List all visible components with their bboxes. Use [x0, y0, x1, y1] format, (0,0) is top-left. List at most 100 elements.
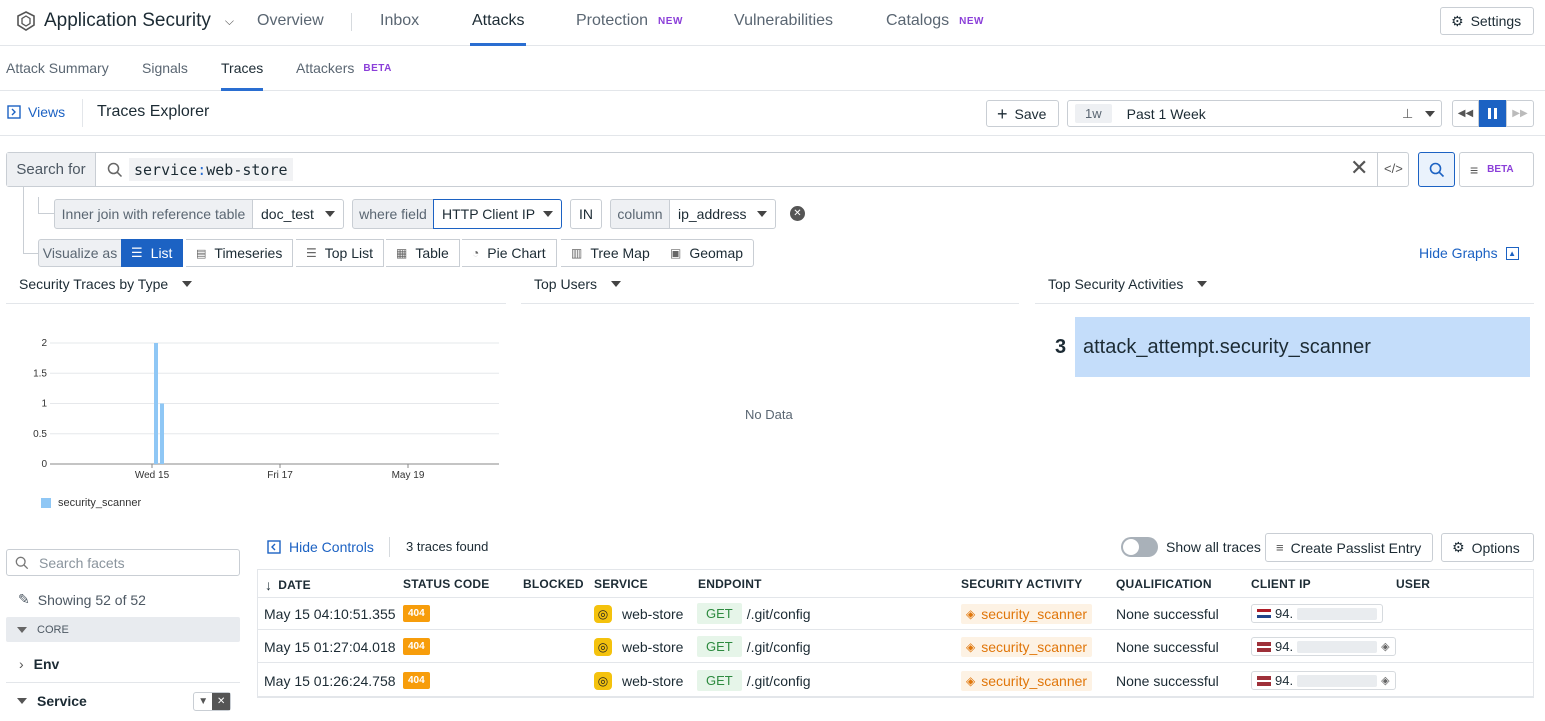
activities-panel-header[interactable]: Top Security Activities — [1048, 276, 1208, 292]
tab-label: Attackers — [296, 60, 355, 76]
reference-table-select[interactable]: doc_test — [252, 199, 344, 229]
time-picker[interactable]: 1w Past 1 Week ⊥ — [1067, 100, 1442, 127]
tree-map-icon: ▥ — [571, 246, 583, 260]
col-status-code[interactable]: STATUS CODE — [403, 577, 489, 591]
tab-attackers[interactable]: Attackers BETA — [296, 60, 392, 76]
col-blocked[interactable]: BLOCKED — [523, 577, 584, 591]
client-ip-badge[interactable]: 94. ◈ — [1251, 637, 1396, 656]
chart-bar[interactable] — [154, 343, 158, 464]
col-service[interactable]: SERVICE — [594, 577, 648, 591]
table-row[interactable]: May 15 04:10:51.355 404 ◎ web-store GET/.git… — [257, 597, 1534, 630]
tab-label: Overview — [257, 12, 324, 29]
search-button[interactable] — [1418, 152, 1455, 187]
col-user[interactable]: USER — [1396, 577, 1430, 591]
viz-treemap-button[interactable]: ▥ Tree Map — [561, 239, 661, 267]
shield-icon: ◈ — [1381, 675, 1390, 687]
pause-button[interactable] — [1479, 100, 1506, 127]
toggle-knob — [1123, 539, 1139, 555]
chart-panel-header[interactable]: Security Traces by Type — [19, 276, 193, 292]
search-icon — [107, 162, 123, 178]
chart-legend[interactable]: security_scanner — [41, 497, 141, 509]
options-button[interactable]: ⚙ Options — [1441, 533, 1534, 562]
geomap-icon: ▣ — [670, 246, 682, 260]
search-facets-input[interactable]: Search facets — [6, 549, 240, 576]
filter-beta-button[interactable]: ≡ BETA — [1459, 152, 1534, 187]
security-activity-badge[interactable]: ◈ security_scanner — [961, 636, 1093, 657]
search-input[interactable]: service: web-store — [129, 158, 293, 181]
remove-join-icon[interactable]: ✕ — [790, 206, 805, 221]
field-select[interactable]: HTTP Client IP — [433, 199, 562, 229]
endpoint-path: /.git/config — [746, 672, 811, 689]
tab-catalogs[interactable]: Catalogs NEW — [886, 12, 984, 30]
col-date[interactable]: ↓ DATE — [265, 577, 311, 593]
facet-env[interactable]: › Env — [19, 656, 59, 672]
ip-prefix: 94. — [1275, 606, 1294, 621]
viz-piechart-button[interactable]: ◔ Pie Chart — [462, 239, 557, 267]
tab-attack-summary[interactable]: Attack Summary — [6, 60, 109, 76]
col-endpoint[interactable]: ENDPOINT — [698, 577, 762, 591]
save-button[interactable]: + Save — [986, 100, 1059, 127]
app-switcher[interactable]: Application Security ⌵ — [16, 10, 234, 32]
search-icon — [15, 556, 29, 569]
hide-graphs-button[interactable]: Hide Graphs ▲ — [1419, 245, 1519, 261]
viz-label: List — [150, 245, 173, 261]
filter-icon[interactable]: ▼ — [194, 693, 212, 710]
viz-list-button[interactable]: ☰ List — [121, 239, 184, 267]
activity-label: security_scanner — [981, 638, 1088, 655]
create-passlist-button[interactable]: ≡ Create Passlist Entry — [1265, 533, 1433, 562]
tab-traces[interactable]: Traces — [221, 60, 264, 91]
search-icon — [1429, 162, 1444, 177]
fast-forward-button[interactable]: ▶▶ — [1506, 100, 1534, 127]
tree-connector — [38, 213, 54, 214]
facet-count[interactable]: ✎ Showing 52 of 52 — [18, 591, 146, 608]
code-icon[interactable]: </> — [1384, 161, 1403, 176]
viz-toplist-button[interactable]: ☰ Top List — [296, 239, 385, 267]
tab-label: Vulnerabilities — [734, 12, 834, 29]
client-ip-badge[interactable]: 94. ◈ — [1251, 671, 1396, 690]
users-panel-header[interactable]: Top Users — [534, 276, 622, 292]
close-icon[interactable]: ✕ — [212, 693, 230, 710]
tab-vulnerabilities[interactable]: Vulnerabilities — [734, 12, 833, 30]
table-row[interactable]: May 15 01:27:04.018 404 ◎ web-store GET/.git… — [257, 630, 1534, 663]
client-ip-badge[interactable]: 94. — [1251, 604, 1384, 623]
viz-table-button[interactable]: ▦ Table — [386, 239, 460, 267]
tab-inbox[interactable]: Inbox — [380, 12, 419, 30]
endpoint-path: /.git/config — [746, 638, 811, 655]
chart-panel-title: Security Traces by Type — [19, 276, 169, 292]
show-all-traces-toggle[interactable] — [1121, 537, 1158, 557]
tab-protection[interactable]: Protection NEW — [576, 12, 683, 30]
legend-label: security_scanner — [58, 497, 142, 509]
tab-label: Protection — [576, 12, 649, 29]
tab-label: Catalogs — [886, 12, 950, 29]
col-security-activity[interactable]: SECURITY ACTIVITY — [961, 577, 1082, 591]
service-name: web-store — [622, 638, 684, 655]
col-qualification[interactable]: QUALIFICATION — [1116, 577, 1212, 591]
facet-group-core[interactable]: CORE — [6, 617, 240, 642]
facet-service[interactable]: Service — [17, 693, 87, 709]
tree-connector — [23, 187, 24, 253]
viz-timeseries-button[interactable]: ▤ Timeseries — [186, 239, 294, 267]
column-select[interactable]: ip_address — [669, 199, 776, 229]
chevron-down-icon — [611, 281, 622, 287]
clear-search-icon[interactable]: ✕ — [1350, 157, 1368, 179]
col-client-ip[interactable]: CLIENT IP — [1251, 577, 1311, 591]
pie-chart-icon: ◔ — [472, 246, 480, 260]
tab-signals[interactable]: Signals — [142, 60, 188, 76]
security-activity-badge[interactable]: ◈ security_scanner — [961, 603, 1093, 624]
table-row[interactable]: May 15 01:26:24.758 404 ◎ web-store GET/.git… — [257, 664, 1534, 697]
divider — [389, 537, 390, 557]
views-button[interactable]: Views — [7, 104, 65, 120]
page-title: Traces Explorer — [97, 103, 210, 120]
chart-bar[interactable] — [160, 403, 164, 465]
tab-overview[interactable]: Overview — [257, 12, 324, 30]
settings-button[interactable]: ⚙ Settings — [1440, 7, 1534, 35]
rewind-button[interactable]: ◀◀ — [1452, 100, 1479, 127]
tab-attacks[interactable]: Attacks — [469, 12, 527, 46]
pin-icon[interactable]: ⊥ — [1402, 106, 1413, 122]
hide-controls-button[interactable]: Hide Controls — [267, 539, 374, 555]
viz-label: Pie Chart — [487, 245, 546, 261]
globe-icon: ◎ — [594, 604, 612, 623]
security-activity-badge[interactable]: ◈ security_scanner — [961, 670, 1093, 691]
viz-geomap-button[interactable]: ▣ Geomap — [660, 239, 755, 267]
top-activity-bar[interactable]: attack_attempt.security_scanner — [1075, 317, 1530, 377]
